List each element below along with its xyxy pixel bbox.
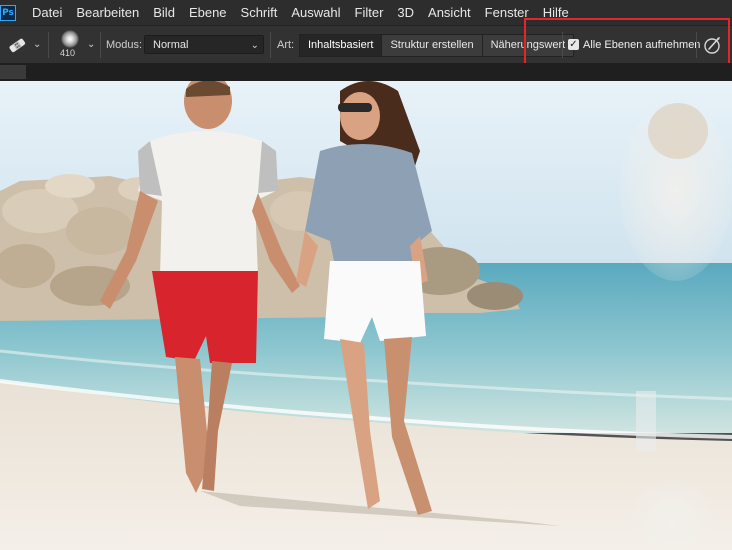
menu-bearbeiten[interactable]: Bearbeiten	[76, 5, 139, 20]
menu-bar: Ps Datei Bearbeiten Bild Ebene Schrift A…	[0, 0, 732, 25]
menu-filter[interactable]: Filter	[355, 5, 384, 20]
spot-healing-brush-icon[interactable]	[6, 35, 28, 55]
menu-hilfe[interactable]: Hilfe	[543, 5, 569, 20]
mode-label: Modus:	[106, 39, 143, 51]
brush-size-value: 410	[60, 48, 76, 58]
beach-photo	[0, 81, 732, 550]
menu-ansicht[interactable]: Ansicht	[428, 5, 471, 20]
brush-tip-preview[interactable]	[61, 30, 79, 48]
menu-fenster[interactable]: Fenster	[485, 5, 529, 20]
divider	[696, 32, 697, 58]
document-tab[interactable]	[0, 65, 26, 79]
type-label: Art:	[277, 39, 295, 51]
tool-preset-chevron-down-icon[interactable]: ⌄	[33, 39, 41, 50]
menu-bild[interactable]: Bild	[153, 5, 175, 20]
type-option-create-texture[interactable]: Struktur erstellen	[381, 34, 483, 57]
sample-all-layers-checkbox[interactable]: ✓	[568, 39, 579, 50]
menu-schrift[interactable]: Schrift	[241, 5, 278, 20]
type-option-proximity-match[interactable]: Näherungswert	[481, 34, 575, 57]
divider	[100, 32, 101, 58]
menu-auswahl[interactable]: Auswahl	[291, 5, 340, 20]
menu-datei[interactable]: Datei	[32, 5, 62, 20]
divider	[270, 32, 271, 58]
menu-3d[interactable]: 3D	[397, 5, 414, 20]
photoshop-logo: Ps	[0, 4, 16, 21]
document-canvas[interactable]	[0, 81, 732, 550]
mode-select-value: Normal	[153, 39, 189, 51]
document-tab-strip	[0, 63, 732, 81]
type-option-content-aware[interactable]: Inhaltsbasiert	[299, 34, 383, 57]
type-segmented-control: Inhaltsbasiert Struktur erstellen Näheru…	[299, 34, 575, 57]
menu-ebene[interactable]: Ebene	[189, 5, 227, 20]
options-bar: ⌄ 410 ⌄ Modus: Normal ⌄ Art: Inhaltsbasi…	[0, 25, 732, 63]
brush-picker-chevron-down-icon[interactable]: ⌄	[87, 39, 95, 50]
pressure-size-icon[interactable]	[703, 35, 723, 55]
chevron-down-icon: ⌄	[250, 40, 259, 51]
mode-select[interactable]: Normal ⌄	[144, 35, 264, 54]
divider	[562, 32, 563, 58]
sample-all-layers-label[interactable]: Alle Ebenen aufnehmen	[583, 39, 700, 51]
divider	[48, 32, 49, 58]
